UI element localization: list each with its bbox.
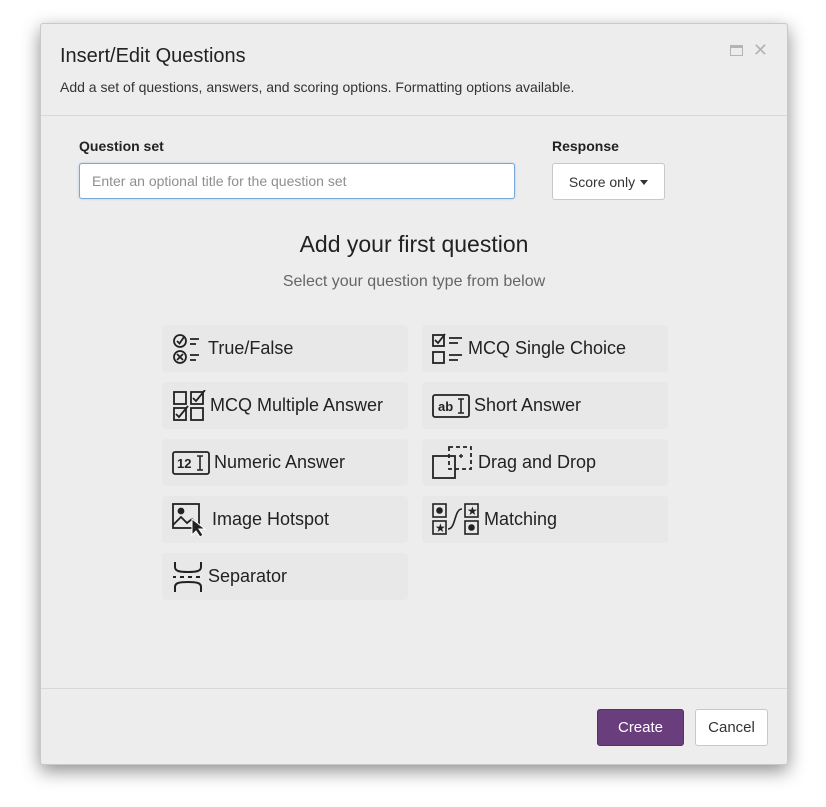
dialog-header: Insert/Edit Questions Add a set of quest… bbox=[41, 24, 787, 116]
question-type-mcq-single-choice[interactable]: MCQ Single Choice bbox=[422, 325, 668, 372]
response-selected: Score only bbox=[568, 173, 636, 190]
mcq-multiple-answer-icon bbox=[172, 389, 206, 422]
question-type-label: Numeric Answer bbox=[214, 452, 346, 472]
question-type-label: Separator bbox=[208, 566, 288, 586]
drag-and-drop-icon bbox=[432, 445, 474, 480]
svg-text:★: ★ bbox=[467, 504, 478, 518]
numeric-answer-icon: 12 bbox=[172, 450, 210, 475]
caret-down-icon bbox=[640, 180, 649, 185]
question-set-label: Question set bbox=[79, 138, 164, 154]
svg-text:ab: ab bbox=[438, 399, 453, 414]
separator-icon bbox=[172, 560, 204, 594]
create-button[interactable]: Create bbox=[597, 709, 684, 746]
mcq-single-choice-icon bbox=[432, 332, 464, 365]
dialog-subtitle: Add a set of questions, answers, and sco… bbox=[60, 79, 575, 95]
main-heading: Add your first question bbox=[299, 231, 529, 257]
dialog-footer: Create Cancel bbox=[41, 688, 787, 764]
question-type-numeric-answer[interactable]: 12 Numeric Answer bbox=[162, 439, 408, 486]
response-dropdown[interactable]: Score only bbox=[552, 163, 665, 200]
question-set-input[interactable] bbox=[79, 163, 515, 199]
insert-edit-questions-dialog: Insert/Edit Questions Add a set of quest… bbox=[40, 23, 788, 765]
question-type-mcq-multiple-answer[interactable]: MCQ Multiple Answer bbox=[162, 382, 408, 429]
main-subheading: Select your question type from below bbox=[282, 273, 546, 290]
question-type-true-false[interactable]: True/False bbox=[162, 325, 408, 372]
question-type-separator[interactable]: Separator bbox=[162, 553, 408, 600]
response-label: Response bbox=[552, 138, 619, 154]
dialog-title: Insert/Edit Questions bbox=[60, 45, 246, 67]
question-type-image-hotspot[interactable]: Image Hotspot bbox=[162, 496, 408, 543]
close-icon[interactable]: ✕ bbox=[753, 41, 768, 59]
svg-text:12: 12 bbox=[177, 456, 191, 471]
true-false-icon bbox=[172, 333, 204, 365]
window-controls: ✕ bbox=[729, 41, 768, 59]
image-hotspot-icon bbox=[172, 502, 208, 537]
question-type-drag-and-drop[interactable]: Drag and Drop bbox=[422, 439, 668, 486]
question-type-label: Short Answer bbox=[474, 395, 582, 415]
question-type-label: Matching bbox=[484, 509, 558, 529]
question-type-short-answer[interactable]: ab Short Answer bbox=[422, 382, 668, 429]
question-type-label: True/False bbox=[208, 338, 294, 358]
question-type-label: Image Hotspot bbox=[212, 509, 330, 529]
maximize-icon[interactable] bbox=[729, 44, 743, 56]
matching-icon: ★ ★ bbox=[432, 502, 480, 537]
question-type-label: MCQ Single Choice bbox=[468, 338, 627, 358]
question-type-label: MCQ Multiple Answer bbox=[210, 395, 384, 415]
cancel-button[interactable]: Cancel bbox=[695, 709, 768, 746]
question-type-matching[interactable]: ★ ★ Matching bbox=[422, 496, 668, 543]
svg-text:★: ★ bbox=[435, 521, 446, 535]
short-answer-icon: ab bbox=[432, 393, 470, 418]
question-type-label: Drag and Drop bbox=[478, 452, 597, 472]
